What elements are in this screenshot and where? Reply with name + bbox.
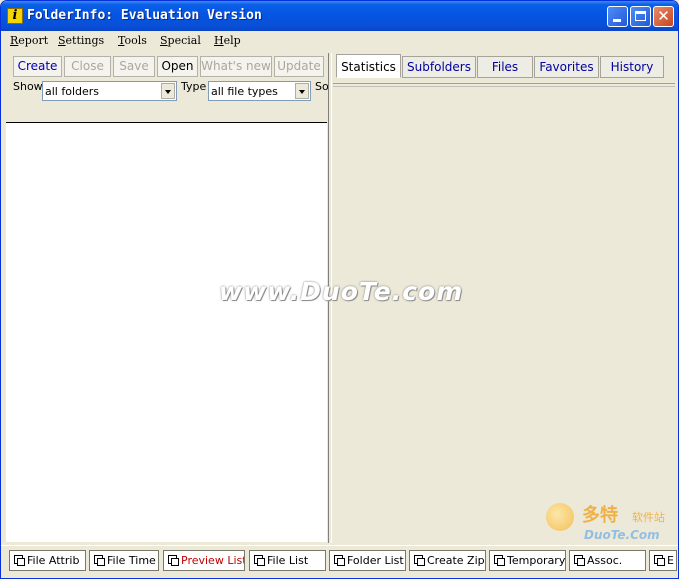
menu-settings[interactable]: Settings — [58, 34, 104, 47]
window-icon — [494, 555, 505, 566]
tab-statistics[interactable]: Statistics — [336, 54, 401, 78]
type-select-value: all file types — [211, 85, 278, 98]
window-icon — [168, 555, 179, 566]
maximize-button[interactable] — [630, 6, 651, 27]
menu-bar: Report Settings Tools Special Help — [1, 31, 678, 51]
button-label: File List — [267, 554, 309, 567]
show-select[interactable]: all folders — [42, 81, 177, 101]
title-bar[interactable]: i FolderInfo: Evaluation Version ✕ — [1, 1, 678, 31]
window-icon — [414, 555, 425, 566]
file-list-button[interactable]: File List — [249, 550, 326, 571]
tab-subfolders[interactable]: Subfolders — [402, 56, 476, 78]
button-label: E — [667, 554, 674, 567]
minimize-icon — [613, 19, 621, 22]
statistics-panel — [333, 87, 675, 542]
button-label: Create Zip — [427, 554, 485, 567]
save-button[interactable]: Save — [113, 56, 155, 77]
logo-url-text: DuoTe.Com — [584, 528, 660, 542]
type-label: Type — [181, 80, 207, 93]
app-window: i FolderInfo: Evaluation Version ✕ Repor… — [0, 0, 679, 579]
maximize-icon — [635, 11, 646, 21]
mascot-icon — [546, 503, 574, 531]
e-button[interactable]: E — [649, 550, 677, 571]
menu-tools[interactable]: Tools — [118, 34, 147, 47]
menu-report[interactable]: Report — [10, 34, 48, 47]
open-button[interactable]: Open — [157, 56, 198, 77]
site-logo-watermark: 多特 软件站 DuoTe.Com — [546, 501, 676, 542]
button-label: File Time — [107, 554, 156, 567]
tab-history[interactable]: History — [600, 56, 664, 78]
menu-special[interactable]: Special — [160, 34, 201, 47]
file-attrib-button[interactable]: File Attrib — [9, 550, 86, 571]
file-time-button[interactable]: File Time — [89, 550, 159, 571]
app-icon: i — [7, 8, 23, 24]
assoc-button[interactable]: Assoc. — [569, 550, 646, 571]
whats-new-button[interactable]: What's new — [200, 56, 272, 77]
logo-big-text: 多特 — [582, 505, 618, 526]
tab-favorites[interactable]: Favorites — [534, 56, 599, 78]
update-button[interactable]: Update — [274, 56, 324, 77]
window-icon — [334, 555, 345, 566]
show-select-value: all folders — [45, 85, 100, 98]
window-icon — [14, 555, 25, 566]
temporary-button[interactable]: Temporary — [489, 550, 566, 571]
watermark-text: www.DuoTe.com — [219, 277, 464, 306]
window-icon — [94, 555, 105, 566]
chevron-down-icon[interactable] — [161, 83, 175, 99]
minimize-button[interactable] — [607, 6, 628, 27]
button-label: File Attrib — [27, 554, 80, 567]
sort-label: So — [315, 80, 329, 93]
folder-list-button[interactable]: Folder List — [329, 550, 406, 571]
close-button[interactable]: ✕ — [653, 6, 674, 27]
create-button[interactable]: Create — [13, 56, 62, 77]
tab-files[interactable]: Files — [477, 56, 533, 78]
window-title: FolderInfo: Evaluation Version — [27, 8, 262, 23]
logo-small-text: 软件站 — [632, 511, 665, 524]
window-icon — [654, 555, 665, 566]
folder-tree-panel[interactable] — [6, 122, 327, 542]
status-bar: File Attrib File Time Preview List File … — [1, 545, 678, 576]
show-label: Show — [13, 80, 43, 93]
menu-help[interactable]: Help — [214, 34, 241, 47]
button-label: Assoc. — [587, 554, 623, 567]
close-icon: ✕ — [657, 7, 670, 25]
window-icon — [574, 555, 585, 566]
preview-list-button[interactable]: Preview List — [163, 550, 245, 571]
divider — [333, 83, 675, 84]
button-label: Preview List — [181, 554, 245, 567]
window-icon — [254, 555, 265, 566]
create-zip-button[interactable]: Create Zip — [409, 550, 486, 571]
button-label: Temporary — [507, 554, 566, 567]
button-label: Folder List — [347, 554, 404, 567]
type-select[interactable]: all file types — [208, 81, 311, 101]
close-report-button[interactable]: Close — [64, 56, 111, 77]
chevron-down-icon[interactable] — [295, 83, 309, 99]
